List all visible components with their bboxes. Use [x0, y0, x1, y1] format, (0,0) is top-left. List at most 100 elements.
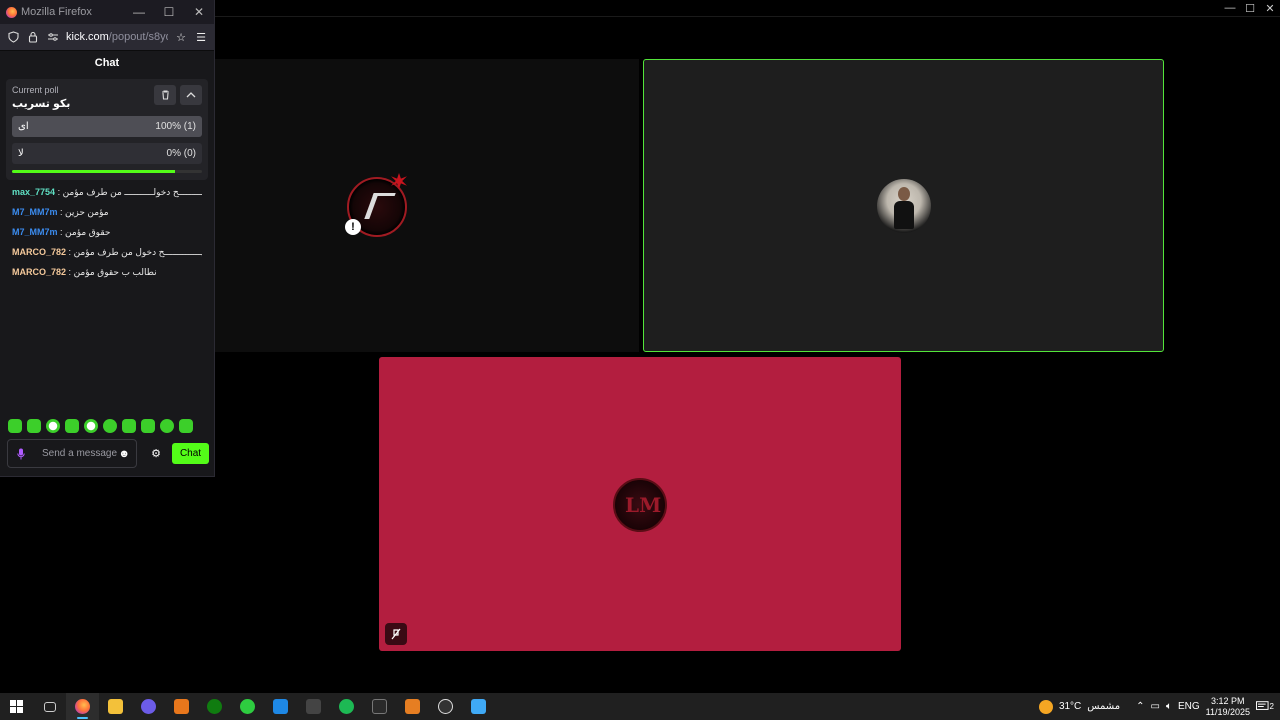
- chevron-up-icon[interactable]: ⌃: [1136, 701, 1144, 712]
- poll-option-1[interactable]: ای 100% (1): [12, 116, 202, 137]
- collapse-poll-button[interactable]: [180, 85, 202, 105]
- app-icon[interactable]: [132, 693, 165, 720]
- emote-bar: [8, 419, 193, 433]
- emote-icon[interactable]: [179, 419, 193, 433]
- chat-header: Chat: [94, 57, 120, 69]
- person-suit: [894, 201, 914, 229]
- task-view-icon[interactable]: [33, 693, 66, 720]
- spotify-icon[interactable]: [330, 693, 363, 720]
- minimize-button[interactable]: —: [1220, 0, 1240, 16]
- chat-text: : صحيــــــــــــــح دخول من طرف مؤمن: [68, 247, 202, 257]
- emote-icon[interactable]: [8, 419, 22, 433]
- language-indicator[interactable]: ENG: [1178, 701, 1200, 712]
- participant-tile-2-speaking[interactable]: [643, 59, 1164, 352]
- notification-center-icon[interactable]: 2: [1256, 698, 1274, 716]
- poll-option-result: 100% (1): [155, 121, 196, 132]
- firefox-popup-window: Mozilla Firefox — ☐ ✕ kick.com/popout/s8…: [0, 0, 215, 477]
- window-title: Mozilla Firefox: [21, 6, 92, 18]
- maximize-button[interactable]: ☐: [1240, 0, 1260, 16]
- chat-username[interactable]: M7_MM7m: [12, 227, 58, 237]
- notification-count: 2: [1269, 702, 1274, 711]
- shield-icon[interactable]: [6, 30, 20, 44]
- chat-message: MARCO_782 : صحيــــــــــــــح دخول من ط…: [12, 242, 202, 262]
- url-text[interactable]: kick.com/popout/s8yq/ch: [66, 31, 168, 43]
- clock-date: 11/19/2025: [1205, 706, 1250, 717]
- window-titlebar: Mozilla Firefox — ☐ ✕: [0, 0, 214, 24]
- emote-icon[interactable]: [122, 419, 136, 433]
- desktop: — ☐ ✕ ! LM Mozilla Firefox — ☐ ✕ kick.co…: [0, 0, 1280, 720]
- epic-games-icon[interactable]: [363, 693, 396, 720]
- app-icon[interactable]: [231, 693, 264, 720]
- emote-icon[interactable]: [84, 419, 98, 433]
- vscode-icon[interactable]: [264, 693, 297, 720]
- app-icon[interactable]: [462, 693, 495, 720]
- poll-option-2[interactable]: لا 0% (0): [12, 143, 202, 164]
- poll-option-label: لا: [18, 148, 24, 159]
- person-head: [898, 187, 910, 201]
- delete-poll-button[interactable]: [154, 85, 176, 105]
- app-icon[interactable]: [297, 693, 330, 720]
- participant-tile-3[interactable]: LM: [379, 357, 901, 651]
- lock-icon[interactable]: [26, 30, 40, 44]
- chat-text: : حقوق مؤمن: [60, 227, 111, 237]
- chat-username[interactable]: M7_MM7m: [12, 207, 58, 217]
- emote-icon[interactable]: [27, 419, 41, 433]
- weather-temp[interactable]: 31°C: [1059, 701, 1081, 712]
- poll-timer-bar: [12, 170, 202, 173]
- app-icon[interactable]: [429, 693, 462, 720]
- emote-icon[interactable]: [46, 419, 60, 433]
- emote-icon[interactable]: [160, 419, 174, 433]
- participant-avatar: !: [345, 173, 407, 237]
- logo-text: LM: [625, 493, 662, 517]
- mic-muted-icon[interactable]: [385, 623, 407, 645]
- emote-icon[interactable]: [65, 419, 79, 433]
- chat-text: : صحيــــــــــــــح دخولـــــــــــ من …: [57, 187, 202, 197]
- participant-avatar: LM: [613, 478, 667, 532]
- bookmark-star-icon[interactable]: ☆: [174, 30, 188, 44]
- chat-message: M7_MM7m : مؤمن حزين: [12, 202, 202, 222]
- background-window-titlebar: [215, 16, 1280, 17]
- chat-settings-gear-icon[interactable]: ⚙: [146, 439, 166, 468]
- maximize-button[interactable]: ☐: [154, 5, 184, 19]
- emote-icon[interactable]: [141, 419, 155, 433]
- trash-icon: [161, 90, 169, 100]
- address-bar[interactable]: kick.com/popout/s8yq/ch ☆ ☰: [0, 24, 214, 50]
- permissions-icon[interactable]: [46, 30, 60, 44]
- close-button[interactable]: ✕: [1260, 0, 1280, 16]
- weather-sun-icon[interactable]: [1038, 699, 1053, 714]
- chat-username[interactable]: MARCO_782: [12, 267, 66, 277]
- logo-mark-icon: [364, 193, 396, 219]
- minimize-button[interactable]: —: [124, 5, 154, 19]
- emoji-picker-icon[interactable]: ☻: [118, 448, 130, 460]
- chat-message: M7_MM7m : حقوق مؤمن: [12, 222, 202, 242]
- firefox-logo-icon: [6, 6, 17, 18]
- volume-icon[interactable]: 🔈︎: [1166, 701, 1172, 712]
- poll-option-result: 0% (0): [166, 148, 196, 159]
- chat-message-list: max_7754 : صحيــــــــــــــح دخولــــــ…: [0, 180, 214, 282]
- system-tray: 31°C مشمس ⌃ ▭ 🔈︎ ENG 3:12 PM 11/19/2025 …: [1038, 693, 1280, 720]
- url-path: /popout/s8yq/ch: [108, 31, 168, 43]
- close-button[interactable]: ✕: [184, 5, 214, 19]
- menu-icon[interactable]: ☰: [194, 30, 208, 44]
- chat-message-input[interactable]: Send a message ☻: [7, 439, 137, 468]
- chat-message: MARCO_782 : نطالب ب حقوق مؤمن: [12, 262, 202, 282]
- xbox-icon[interactable]: [198, 693, 231, 720]
- chat-username[interactable]: max_7754: [12, 187, 55, 197]
- emote-icon[interactable]: [103, 419, 117, 433]
- network-icon[interactable]: ▭: [1150, 701, 1159, 712]
- firefox-taskbar-icon[interactable]: [66, 693, 99, 720]
- poll-label: Current poll: [12, 85, 59, 95]
- url-domain: kick.com: [66, 31, 109, 43]
- clock[interactable]: 3:12 PM 11/19/2025: [1206, 696, 1250, 718]
- chat-text: : مؤمن حزين: [60, 207, 109, 217]
- app-icon[interactable]: [165, 693, 198, 720]
- send-chat-button[interactable]: Chat: [172, 443, 209, 464]
- app-icon[interactable]: [396, 693, 429, 720]
- start-button-icon[interactable]: [0, 693, 33, 720]
- participant-tile-1[interactable]: !: [215, 59, 639, 352]
- file-explorer-icon[interactable]: [99, 693, 132, 720]
- weather-condition[interactable]: مشمس: [1087, 701, 1120, 712]
- chat-username[interactable]: MARCO_782: [12, 247, 66, 257]
- chat-message: max_7754 : صحيــــــــــــــح دخولــــــ…: [12, 182, 202, 202]
- microphone-icon[interactable]: [14, 447, 28, 461]
